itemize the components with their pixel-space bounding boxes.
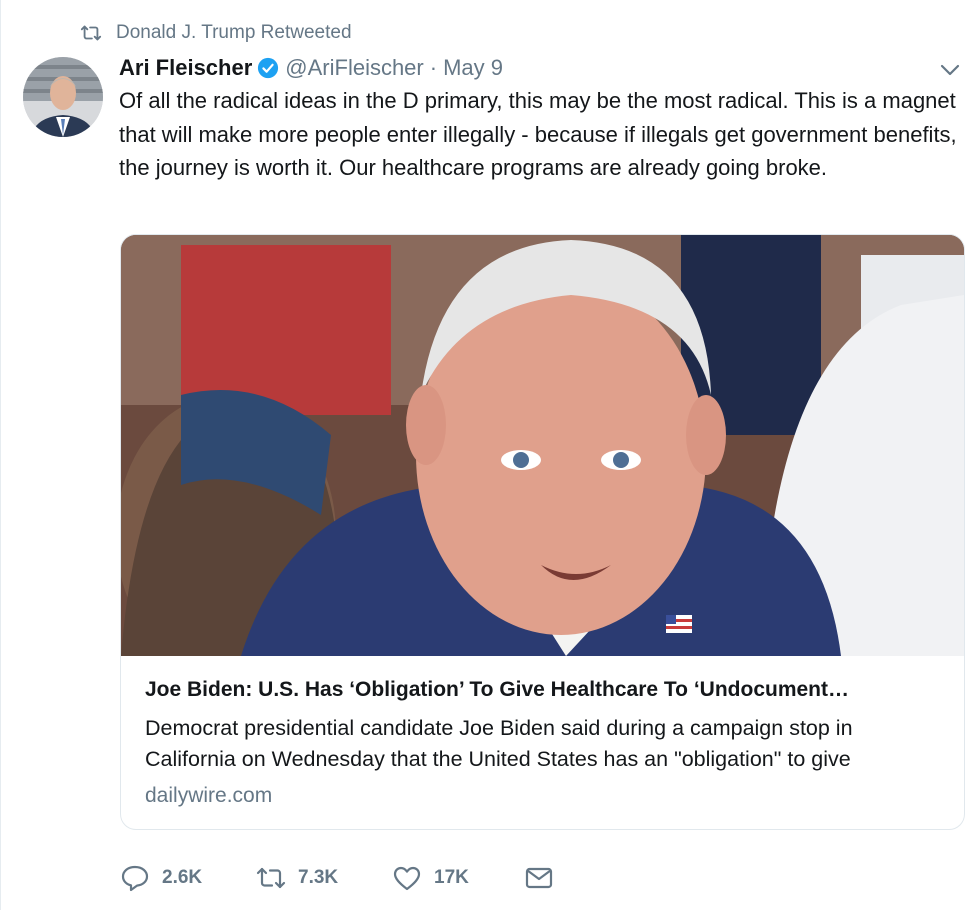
reply-count: 2.6K bbox=[162, 867, 203, 888]
like-icon bbox=[393, 866, 421, 891]
card-title[interactable]: Joe Biden: U.S. Has ‘Obligation’ To Give… bbox=[145, 678, 940, 702]
tweet-header: Ari Fleischer @AriFleischer · May 9 bbox=[119, 53, 503, 83]
author-handle[interactable]: @AriFleischer bbox=[285, 55, 423, 81]
retweet-icon bbox=[256, 867, 286, 889]
author-display-name[interactable]: Ari Fleischer bbox=[119, 55, 252, 81]
retweet-context[interactable]: Donald J. Trump Retweeted bbox=[80, 20, 352, 46]
card-domain: dailywire.com bbox=[145, 784, 273, 807]
timeline-divider bbox=[0, 0, 1, 910]
retweet-button[interactable]: 7.3K bbox=[256, 860, 338, 896]
like-button[interactable]: 17K bbox=[392, 860, 469, 896]
tweet-timestamp[interactable]: May 9 bbox=[443, 55, 503, 81]
verified-badge-icon bbox=[258, 57, 279, 79]
reply-button[interactable]: 2.6K bbox=[120, 860, 202, 896]
retweet-context-text: Donald J. Trump Retweeted bbox=[116, 22, 352, 43]
separator-dot: · bbox=[429, 55, 438, 80]
direct-message-icon bbox=[525, 867, 553, 889]
direct-message-button[interactable] bbox=[524, 860, 566, 896]
retweet-icon bbox=[80, 25, 102, 41]
avatar[interactable] bbox=[23, 57, 103, 137]
chevron-down-icon[interactable] bbox=[938, 60, 962, 80]
card-image bbox=[121, 235, 964, 656]
like-count: 17K bbox=[434, 867, 469, 888]
link-card[interactable]: Joe Biden: U.S. Has ‘Obligation’ To Give… bbox=[120, 234, 965, 830]
tweet-actions: 2.6K 7.3K 17K bbox=[120, 860, 560, 896]
reply-icon bbox=[121, 865, 149, 892]
tweet-text: Of all the radical ideas in the D primar… bbox=[119, 88, 957, 180]
retweet-count: 7.3K bbox=[298, 867, 339, 888]
card-description: Democrat presidential candidate Joe Bide… bbox=[145, 716, 853, 771]
